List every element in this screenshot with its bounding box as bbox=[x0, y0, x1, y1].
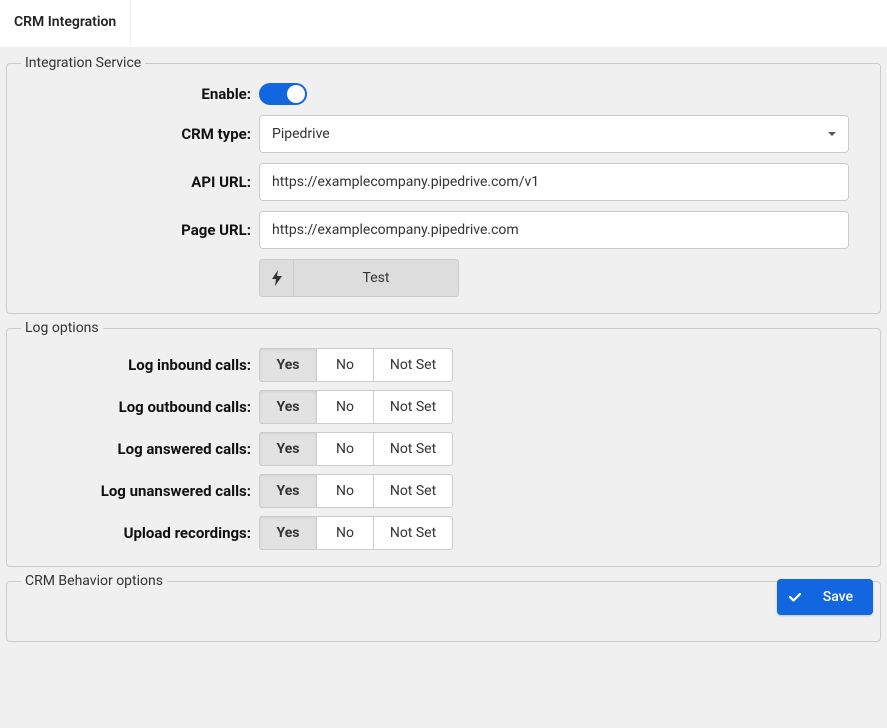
enable-label: Enable: bbox=[19, 85, 259, 103]
crm-type-row: CRM type: Pipedrive bbox=[19, 115, 868, 153]
save-bar: Save bbox=[777, 579, 873, 615]
page-url-row: Page URL: bbox=[19, 211, 868, 249]
enable-row: Enable: bbox=[19, 83, 868, 105]
log-choice-no[interactable]: No bbox=[316, 474, 374, 508]
log-options-fieldset: Log options Log inbound calls:YesNoNot S… bbox=[6, 320, 881, 567]
log-choice-group: YesNoNot Set bbox=[259, 516, 453, 550]
page-url-input[interactable] bbox=[259, 211, 849, 249]
log-choice-group: YesNoNot Set bbox=[259, 474, 453, 508]
log-row-label: Log answered calls: bbox=[19, 440, 259, 458]
log-choice-yes[interactable]: Yes bbox=[259, 432, 317, 466]
log-choice-no[interactable]: No bbox=[316, 348, 374, 382]
log-row-label: Log inbound calls: bbox=[19, 356, 259, 374]
crm-behavior-fieldset: CRM Behavior options bbox=[6, 573, 881, 642]
log-choice-no[interactable]: No bbox=[316, 516, 374, 550]
check-icon bbox=[777, 579, 813, 615]
crm-type-value: Pipedrive bbox=[272, 126, 828, 142]
crm-type-select[interactable]: Pipedrive bbox=[259, 115, 849, 153]
log-choice-yes[interactable]: Yes bbox=[259, 348, 317, 382]
log-choice-notSet[interactable]: Not Set bbox=[373, 432, 453, 466]
log-row: Log outbound calls:YesNoNot Set bbox=[19, 390, 868, 424]
test-row: Test bbox=[19, 259, 868, 297]
log-row: Upload recordings:YesNoNot Set bbox=[19, 516, 868, 550]
save-button-label: Save bbox=[813, 579, 873, 615]
crm-behavior-legend: CRM Behavior options bbox=[21, 573, 167, 589]
chevron-down-icon bbox=[828, 132, 836, 136]
log-choice-notSet[interactable]: Not Set bbox=[373, 474, 453, 508]
log-choice-group: YesNoNot Set bbox=[259, 348, 453, 382]
log-row-label: Log outbound calls: bbox=[19, 398, 259, 416]
api-url-row: API URL: bbox=[19, 163, 868, 201]
api-url-input[interactable] bbox=[259, 163, 849, 201]
tab-strip: CRM Integration bbox=[0, 0, 887, 47]
log-choice-notSet[interactable]: Not Set bbox=[373, 516, 453, 550]
log-choice-group: YesNoNot Set bbox=[259, 390, 453, 424]
log-row: Log inbound calls:YesNoNot Set bbox=[19, 348, 868, 382]
log-choice-no[interactable]: No bbox=[316, 432, 374, 466]
test-button-label: Test bbox=[294, 260, 458, 296]
log-row: Log answered calls:YesNoNot Set bbox=[19, 432, 868, 466]
tab-crm-integration[interactable]: CRM Integration bbox=[0, 0, 131, 46]
log-row: Log unanswered calls:YesNoNot Set bbox=[19, 474, 868, 508]
log-row-label: Upload recordings: bbox=[19, 524, 259, 542]
log-choice-group: YesNoNot Set bbox=[259, 432, 453, 466]
log-choice-yes[interactable]: Yes bbox=[259, 474, 317, 508]
api-url-label: API URL: bbox=[19, 173, 259, 191]
log-choice-notSet[interactable]: Not Set bbox=[373, 348, 453, 382]
log-options-legend: Log options bbox=[21, 320, 103, 336]
enable-toggle[interactable] bbox=[259, 83, 307, 105]
bolt-icon bbox=[260, 260, 294, 296]
page-url-label: Page URL: bbox=[19, 221, 259, 239]
test-button[interactable]: Test bbox=[259, 259, 459, 297]
log-choice-yes[interactable]: Yes bbox=[259, 516, 317, 550]
crm-type-label: CRM type: bbox=[19, 125, 259, 143]
toggle-knob bbox=[287, 85, 305, 103]
integration-service-legend: Integration Service bbox=[21, 55, 145, 71]
save-button[interactable]: Save bbox=[777, 579, 873, 615]
integration-service-fieldset: Integration Service Enable: CRM type: Pi… bbox=[6, 55, 881, 314]
log-choice-yes[interactable]: Yes bbox=[259, 390, 317, 424]
content-area: Integration Service Enable: CRM type: Pi… bbox=[0, 47, 887, 728]
log-choice-notSet[interactable]: Not Set bbox=[373, 390, 453, 424]
log-choice-no[interactable]: No bbox=[316, 390, 374, 424]
log-row-label: Log unanswered calls: bbox=[19, 482, 259, 500]
